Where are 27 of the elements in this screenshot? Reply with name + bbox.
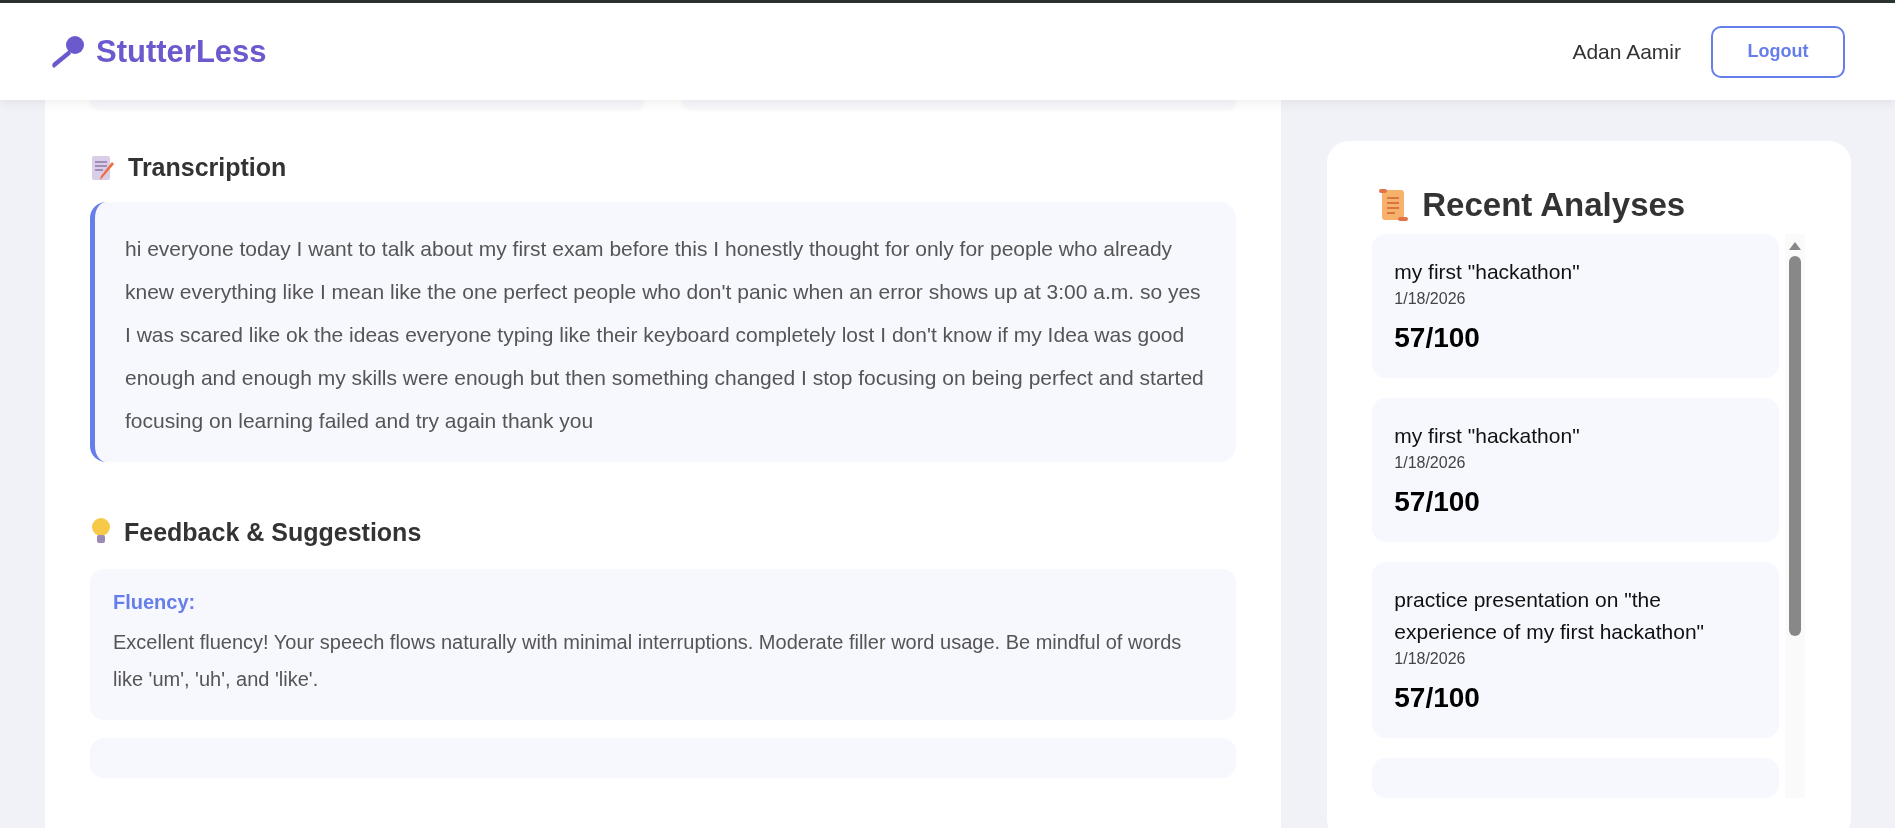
feedback-text: Excellent fluency! Your speech flows naturally with minimal interruptions. Moderate filler word usage. Be mindful of words like 'um', 'uh', and 'like'. [113,630,1183,692]
analysis-card[interactable]: my first "hackathon" 1/18/2026 57/100 [1372,398,1779,542]
analysis-date: 1/18/2026 [1394,290,1467,308]
scrollbar-thumb[interactable] [1789,256,1801,636]
analysis-card[interactable]: practice presentation on "the experience of my first hackathon" 1/18/2026 57/100 [1372,562,1779,738]
microphone-icon [50,34,86,69]
analysis-score: 57/100 [1394,322,1481,354]
analysis-title: my first "hackathon" [1394,259,1581,285]
scroll-up-icon[interactable] [1789,242,1801,250]
analysis-title: practice presentation on "the experience of my first hackathon" [1394,587,1706,645]
scrollbar[interactable] [1785,234,1805,798]
scroll-icon [1378,188,1411,222]
analysis-card[interactable]: my first "hackathon" 1/18/2026 57/100 [1372,234,1779,378]
section-title: Feedback & Suggestions [124,517,422,547]
logout-button[interactable]: Logout [1711,25,1845,78]
memo-icon [90,153,116,182]
feedback-label: Fluency: [113,591,197,614]
analysis-date: 1/18/2026 [1394,454,1467,472]
analysis-date: 1/18/2026 [1394,650,1467,668]
analysis-title: my first "hackathon" [1394,423,1581,449]
analysis-score: 57/100 [1394,682,1481,714]
user-name: Adan Aamir [1572,39,1681,64]
panel-title: Recent Analyses [1422,186,1686,224]
transcription-text: hi everyone today I want to talk about my first exam before this I honestly thought for only for people who already knew everything like I mean like the one perfect people who don't panic when an error shows up at 3:00 a.m. so yes I was scared like ok the ideas everyone typing like their keyboard completely lost I don't know if my Idea was good enough and enough my skills were enough but then something changed I stop focusing on being perfect and started focusing on learning failed and try again thank you [90,202,1237,462]
analysis-score: 57/100 [1394,486,1481,518]
section-title: Transcription [128,153,287,182]
app-logo-text[interactable]: StutterLess [96,33,267,70]
